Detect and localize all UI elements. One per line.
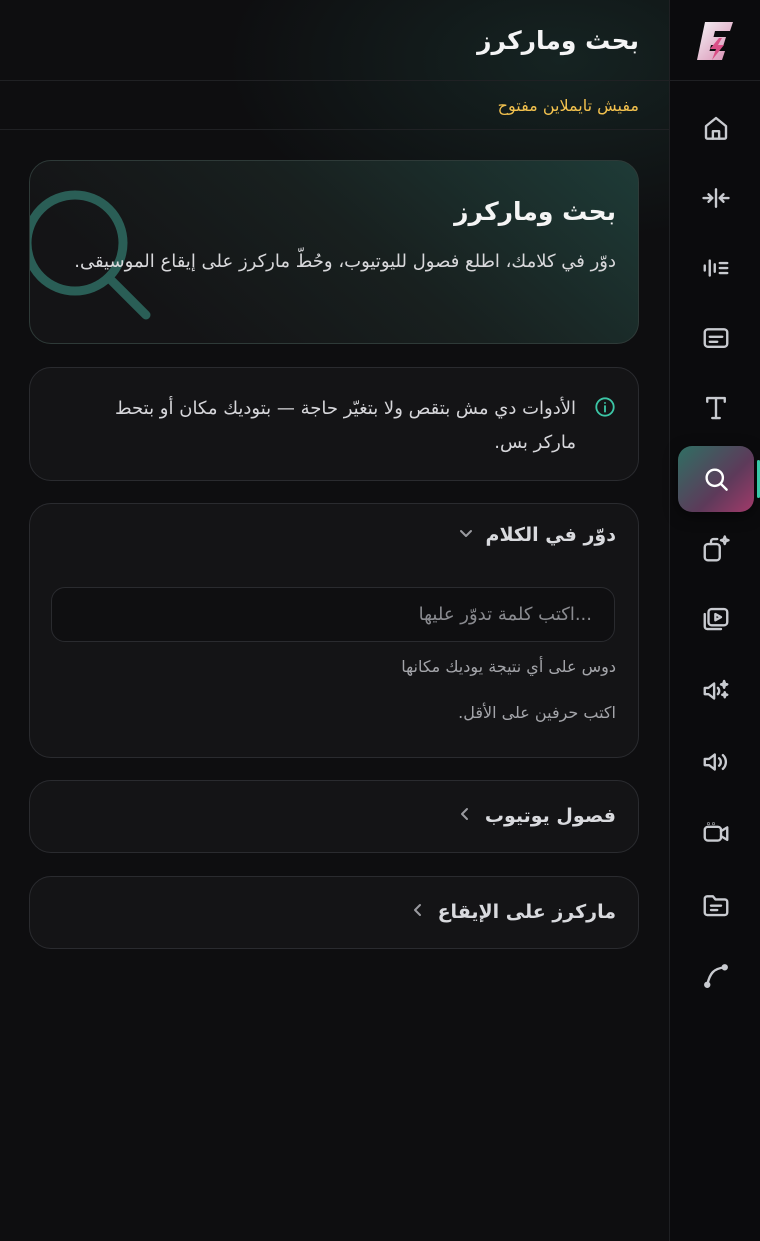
app-logo[interactable] — [695, 18, 737, 64]
page-title: بحث وماركرز — [477, 25, 639, 55]
panel-header: بحث وماركرز — [0, 0, 669, 81]
chevron-down-icon — [458, 525, 474, 545]
audio-bars-icon[interactable] — [678, 235, 754, 301]
beat-section-header[interactable]: ماركرز على الإيقاع — [410, 901, 616, 923]
sidebar-rail — [669, 0, 760, 1241]
chevron-left-icon — [410, 902, 426, 922]
copy-sparkle-icon[interactable] — [678, 516, 754, 582]
voice-sparkle-icon[interactable] — [678, 658, 754, 724]
search-icon[interactable] — [678, 446, 754, 512]
split-icon[interactable] — [678, 165, 754, 231]
youtube-section-title: فصول يوتيوب — [484, 805, 616, 827]
search-section-title: دوّر في الكلام — [485, 524, 616, 546]
hero-description: دوّر في كلامك، اطلع فصول لليوتيوب، وحُطّ… — [74, 251, 616, 272]
search-hint-click: دوس على أي نتيجة يوديك مكانها — [401, 657, 616, 676]
video-library-icon[interactable] — [678, 586, 754, 652]
info-icon — [594, 396, 616, 418]
search-hint-min: اكتب حرفين على الأقل. — [458, 703, 616, 722]
hero-card: بحث وماركرز دوّر في كلامك، اطلع فصول للي… — [29, 160, 639, 344]
camera-icon[interactable] — [678, 800, 754, 866]
folder-icon[interactable] — [678, 872, 754, 938]
subtitles-icon[interactable] — [678, 305, 754, 371]
info-card: الأدوات دي مش بتقص ولا بتغيّر حاجة — بتو… — [29, 367, 639, 481]
curve-icon[interactable] — [678, 943, 754, 1009]
timeline-status: مفيش تايملاين مفتوح — [0, 81, 669, 130]
hero-title: بحث وماركرز — [454, 197, 616, 226]
search-input[interactable] — [51, 587, 615, 642]
home-icon[interactable] — [678, 95, 754, 161]
volume-icon[interactable] — [678, 729, 754, 795]
beat-markers-section[interactable]: ماركرز على الإيقاع — [29, 876, 639, 949]
text-icon[interactable] — [678, 375, 754, 441]
rail-divider — [670, 80, 760, 81]
chevron-left-icon — [457, 806, 473, 826]
info-text: الأدوات دي مش بتقص ولا بتغيّر حاجة — بتو… — [114, 398, 576, 453]
search-section: دوّر في الكلام دوس على أي نتيجة يوديك مك… — [29, 503, 639, 758]
beat-section-title: ماركرز على الإيقاع — [437, 901, 616, 923]
search-section-header[interactable]: دوّر في الكلام — [458, 524, 616, 546]
youtube-chapters-section[interactable]: فصول يوتيوب — [29, 780, 639, 853]
main-panel: بحث وماركرز مفيش تايملاين مفتوح بحث ومار… — [0, 0, 669, 1241]
app: بحث وماركرز مفيش تايملاين مفتوح بحث ومار… — [0, 0, 760, 1241]
youtube-section-header[interactable]: فصول يوتيوب — [457, 805, 616, 827]
